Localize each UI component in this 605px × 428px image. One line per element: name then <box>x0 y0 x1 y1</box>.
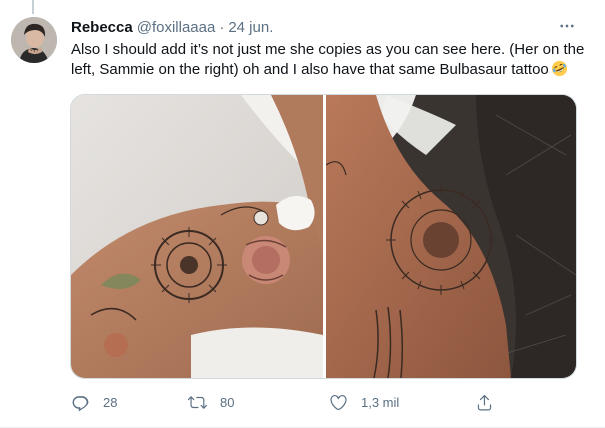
avatar[interactable] <box>11 17 57 63</box>
retweet-count: 80 <box>220 394 235 410</box>
thread-connector-line <box>32 0 34 14</box>
tweet-text: Also I should add it’s not just me she c… <box>71 40 593 80</box>
like-button[interactable]: 1,3 mil <box>329 390 399 414</box>
share-icon <box>477 394 492 410</box>
tweet-date[interactable]: 24 jun. <box>228 19 273 36</box>
display-name[interactable]: Rebecca <box>71 19 133 36</box>
reply-count: 28 <box>103 394 118 410</box>
tweet-actions: 28 80 1,3 mil <box>70 390 510 414</box>
separator-dot: · <box>219 18 225 36</box>
tattooed-thigh-photo-left[interactable] <box>71 95 323 378</box>
user-handle[interactable]: @foxillaaaa <box>137 19 216 36</box>
tweet-media[interactable] <box>70 94 577 379</box>
like-icon <box>330 394 347 410</box>
reply-icon <box>72 395 89 411</box>
tweet[interactable]: Rebecca @foxillaaaa · 24 jun. Also I sho… <box>0 0 605 428</box>
tweet-header: Rebecca @foxillaaaa · 24 jun. <box>71 17 273 37</box>
like-count: 1,3 mil <box>361 394 400 410</box>
rolling-on-the-floor-laughing-emoji <box>551 60 567 77</box>
more-options-icon[interactable] <box>553 14 581 38</box>
share-button[interactable] <box>475 390 494 414</box>
retweet-icon <box>188 395 207 409</box>
reply-button[interactable]: 28 <box>71 390 117 414</box>
tweet-body: Also I should add it’s not just me she c… <box>71 41 585 78</box>
tattooed-leg-photo-right[interactable] <box>326 95 576 378</box>
retweet-button[interactable]: 80 <box>188 390 234 414</box>
